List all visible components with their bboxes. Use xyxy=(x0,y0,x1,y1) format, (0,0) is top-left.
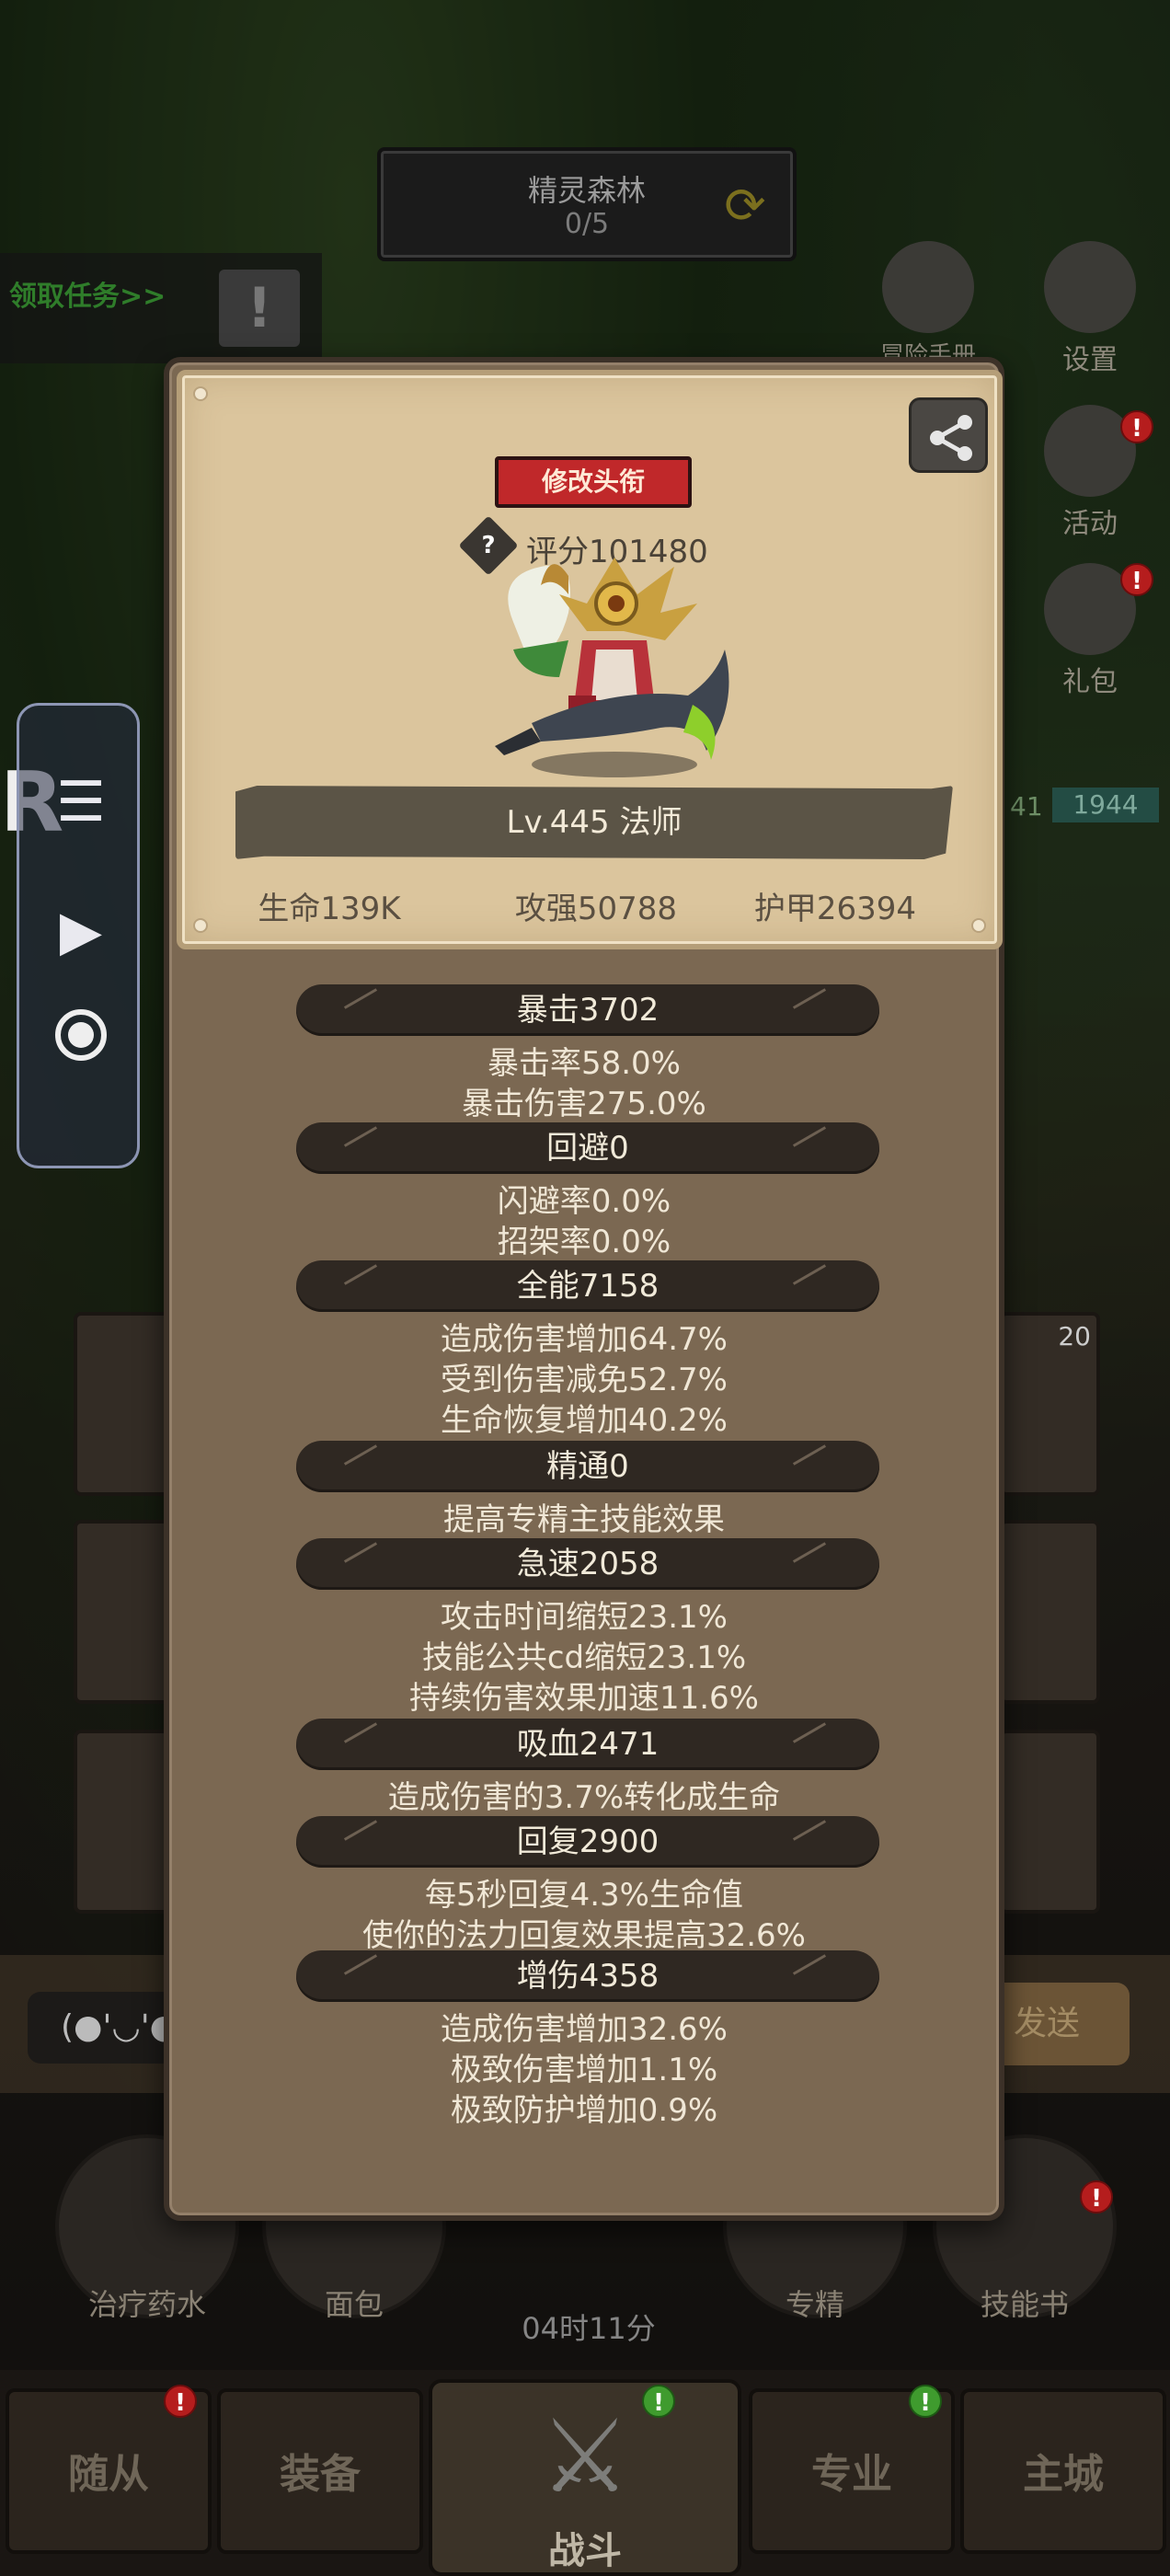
skill-slot[interactable] xyxy=(999,1730,1100,1914)
settings-button[interactable]: 设置 xyxy=(1030,241,1150,377)
stat-line: 每5秒回复4.3%生命值 xyxy=(424,1877,743,1914)
zone-banner[interactable]: 精灵森林 0/5 ⟳ xyxy=(377,147,797,261)
stat-header-avoidance: 回避0 xyxy=(296,1122,879,1174)
play-icon[interactable]: ▶ xyxy=(19,880,143,982)
events-notification-badge: ! xyxy=(1120,410,1153,443)
stat-header-damage-boost: 增伤4358 xyxy=(296,1950,879,2002)
stat-line: 使你的法力回复效果提高32.6% xyxy=(361,1917,806,1954)
stat-line: 极致伤害增加1.1% xyxy=(450,2052,718,2088)
skill-slot[interactable] xyxy=(74,1312,175,1496)
gift-notification-badge: ! xyxy=(1120,563,1153,596)
core-stat-attack: 攻强50788 xyxy=(514,891,678,927)
record-icon[interactable] xyxy=(55,1009,107,1061)
adventure-book-button[interactable]: 冒险手册 xyxy=(868,241,988,371)
character-card: 修改头衔 ? 评分101480 Lv.445 法师 生命139K 攻强50788… xyxy=(177,370,1003,949)
stat-header-leech: 吸血2471 xyxy=(296,1719,879,1770)
stat-line: 造成伤害的3.7%转化成生命 xyxy=(387,1779,781,1816)
edit-title-button[interactable]: 修改头衔 xyxy=(495,456,692,508)
stat-line: 技能公共cd缩短23.1% xyxy=(421,1639,747,1676)
claim-task-link[interactable]: 领取任务>> xyxy=(9,273,166,314)
gift-pack-label: 礼包 xyxy=(1062,666,1118,698)
skill-slot[interactable]: 20 xyxy=(999,1312,1100,1496)
slot-count: 20 xyxy=(1058,1321,1091,1351)
consumable-label: 治疗药水 xyxy=(87,2287,206,2322)
consumable-label: 专精 xyxy=(785,2287,844,2322)
stat-header-versatility: 全能7158 xyxy=(296,1260,879,1312)
stat-line: 暴击率58.0% xyxy=(487,1045,681,1082)
profession-notification-badge: ! xyxy=(909,2385,942,2418)
skill-book-notification-badge: ! xyxy=(1080,2180,1113,2214)
left-number: 41 xyxy=(1010,791,1043,822)
settings-label: 设置 xyxy=(1062,344,1118,376)
stat-line: 招架率0.0% xyxy=(497,1224,671,1260)
battle-notification-badge: ! xyxy=(642,2385,675,2418)
gear-icon xyxy=(1044,241,1136,333)
tab-main-city[interactable]: 主城 xyxy=(960,2388,1166,2554)
stat-header-crit: 暴击3702 xyxy=(296,984,879,1036)
timer: 04时11分 xyxy=(522,2311,656,2346)
tab-equipment[interactable]: 装备 xyxy=(217,2388,423,2554)
right-number: 1944 xyxy=(1052,788,1159,822)
emoji-button[interactable]: (●'◡'● xyxy=(28,1992,178,2064)
share-icon xyxy=(930,415,972,461)
stat-line: 极致防护增加0.9% xyxy=(450,2092,718,2129)
skill-slot[interactable] xyxy=(74,1730,175,1914)
consumable-label: 技能书 xyxy=(980,2287,1069,2322)
stat-header-haste: 急速2058 xyxy=(296,1538,879,1590)
events-label: 活动 xyxy=(1062,508,1118,540)
character-stats-modal: 修改头衔 ? 评分101480 Lv.445 法师 生命139K 攻强50788… xyxy=(164,357,1004,2221)
skill-slot[interactable] xyxy=(999,1520,1100,1704)
tab-battle[interactable]: ⚔ 战斗 xyxy=(429,2379,741,2576)
share-button[interactable] xyxy=(909,397,988,473)
rivet xyxy=(971,918,986,933)
tab-battle-label: 战斗 xyxy=(548,2530,622,2572)
stat-line: 持续伤害效果加速11.6% xyxy=(408,1680,759,1717)
core-stat-hp: 生命139K xyxy=(258,891,401,927)
stat-line: 受到伤害减免52.7% xyxy=(440,1362,728,1398)
stat-line: 攻击时间缩短23.1% xyxy=(440,1599,728,1636)
floating-control-panel[interactable]: ☰ ▶ xyxy=(17,703,140,1168)
menu-icon[interactable]: ☰ xyxy=(19,752,143,853)
rivet xyxy=(193,386,208,401)
skill-slot[interactable] xyxy=(74,1520,175,1704)
stat-line: 生命恢复增加40.2% xyxy=(440,1402,728,1439)
stat-header-mastery: 精通0 xyxy=(296,1441,879,1492)
book-icon xyxy=(882,241,974,333)
consumable-label: 面包 xyxy=(324,2287,384,2322)
stat-line: 暴击伤害275.0% xyxy=(462,1086,706,1122)
stat-line: 造成伤害增加32.6% xyxy=(440,2011,728,2048)
task-bar[interactable]: 领取任务>> ! xyxy=(0,253,322,363)
bottom-nav: 随从 ! 装备 ⚔ 战斗 ! 专业 ! 主城 xyxy=(0,2370,1170,2576)
stat-header-regen: 回复2900 xyxy=(296,1816,879,1868)
followers-notification-badge: ! xyxy=(164,2385,197,2418)
alert-icon[interactable]: ! xyxy=(219,270,300,347)
stat-line: 造成伤害增加64.7% xyxy=(440,1321,728,1358)
crossed-swords-icon: ⚔ xyxy=(539,2398,631,2515)
level-class: Lv.445 法师 xyxy=(506,804,682,841)
stat-line: 闪避率0.0% xyxy=(497,1183,671,1220)
core-stat-armor: 护甲26394 xyxy=(753,891,917,927)
stat-line: 提高专精主技能效果 xyxy=(443,1501,725,1538)
character-avatar xyxy=(495,558,729,777)
refresh-icon[interactable]: ⟳ xyxy=(717,178,773,234)
